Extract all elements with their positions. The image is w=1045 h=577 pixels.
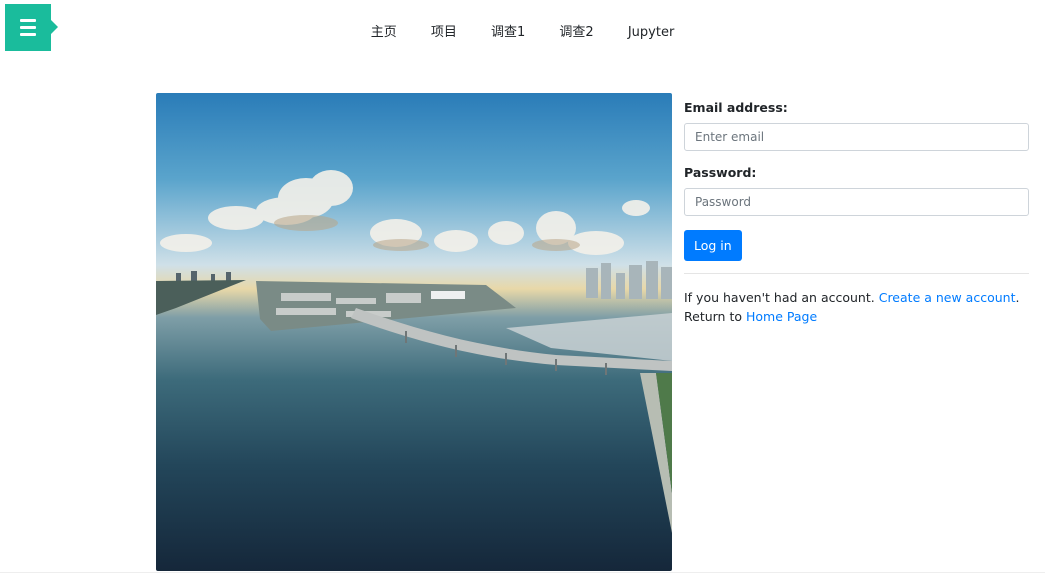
create-account-link[interactable]: Create a new account — [879, 290, 1016, 305]
email-field[interactable] — [684, 123, 1029, 151]
email-group: Email address: — [684, 100, 1029, 151]
nav-item-home[interactable]: 主页 — [371, 25, 397, 40]
login-button[interactable]: Log in — [684, 230, 742, 261]
nav-item-survey-1[interactable]: 调查1 — [491, 25, 525, 40]
nav-item-jupyter[interactable]: Jupyter — [628, 25, 674, 40]
city-waterfront-illustration — [156, 170, 672, 533]
return-prefix-text: Return to — [684, 309, 743, 324]
home-page-link[interactable]: Home Page — [746, 309, 817, 324]
password-label: Password: — [684, 165, 757, 180]
nav-item-survey-2[interactable]: 调查2 — [559, 25, 593, 40]
signup-note: If you haven't had an account. Create a … — [684, 288, 1029, 307]
email-label: Email address: — [684, 100, 788, 115]
top-navigation: 主页 项目 调查1 调查2 Jupyter — [0, 21, 1045, 40]
login-form: Email address: Password: Log in If you h… — [684, 100, 1029, 326]
password-field[interactable] — [684, 188, 1029, 216]
password-group: Password: — [684, 165, 1029, 216]
footer-divider — [0, 572, 1045, 573]
nav-item-projects[interactable]: 项目 — [431, 25, 457, 40]
signup-suffix-text: . — [1015, 290, 1020, 305]
form-divider — [684, 273, 1029, 274]
return-note: Return to Home Page — [684, 307, 1029, 326]
signup-prefix-text: If you haven't had an account. — [684, 290, 875, 305]
hero-image — [156, 93, 672, 571]
